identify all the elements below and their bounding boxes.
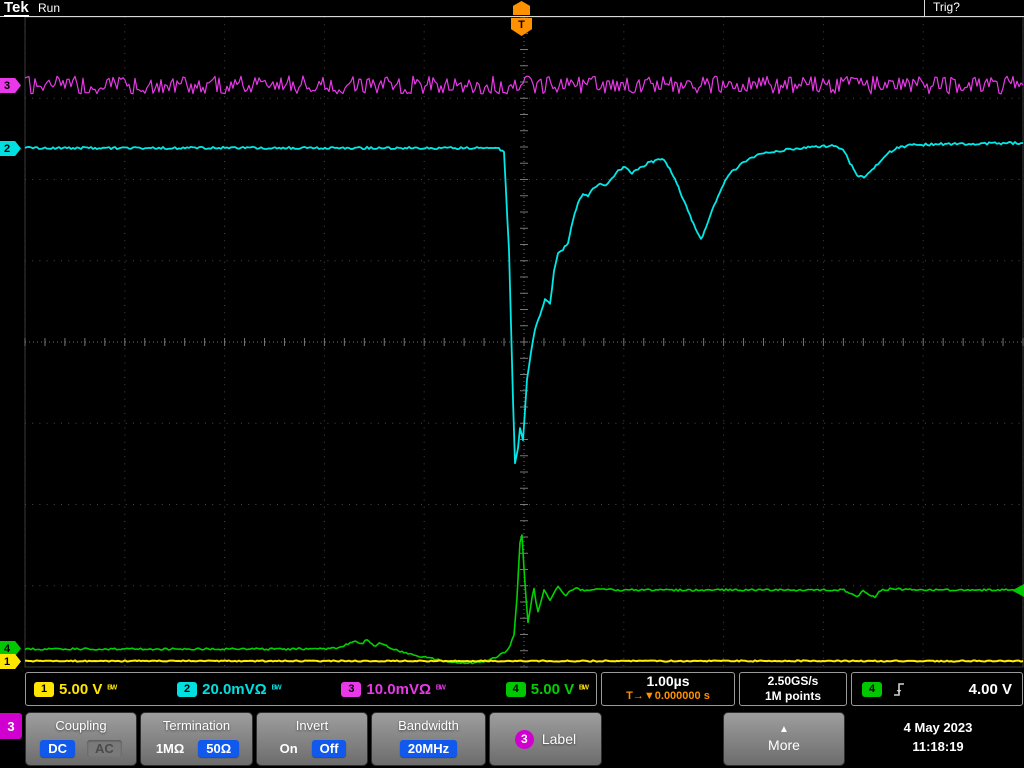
tek-logo: Tek: [4, 0, 29, 17]
channel1-bandwidth-icon: ᴮᵂ: [107, 684, 116, 695]
trigger-time-icon: T→▼: [626, 690, 655, 702]
invert-button[interactable]: Invert On Off: [256, 712, 368, 766]
invert-title: Invert: [257, 718, 367, 733]
trigger-time-value: 0.000000 s: [655, 690, 710, 702]
label-title: Label: [542, 731, 576, 747]
trigger-level-value: 4.00 V: [969, 681, 1012, 698]
termination-1mohm-option[interactable]: 1MΩ: [154, 740, 186, 757]
channel2-bandwidth-icon: ᴮᵂ: [272, 684, 281, 695]
channel4-bandwidth-icon: ᴮᵂ: [579, 684, 588, 695]
coupling-dc-option[interactable]: DC: [40, 740, 75, 757]
trigger-time-readout: T→▼0.000000 s: [626, 689, 710, 704]
bandwidth-20mhz-option[interactable]: 20MHz: [400, 740, 457, 757]
label-channel-badge: 3: [515, 730, 534, 749]
channel3-menu-tab[interactable]: 3: [0, 713, 22, 739]
coupling-ac-option[interactable]: AC: [87, 740, 122, 757]
graticule-and-waveforms: [0, 0, 1024, 768]
bandwidth-button[interactable]: Bandwidth 20MHz: [371, 712, 486, 766]
channel1-readout: 1 5.00 V ᴮᵂ: [34, 681, 116, 698]
channel4-readout: 4 5.00 V ᴮᵂ: [506, 681, 588, 698]
channel1-badge: 1: [34, 682, 54, 697]
date-time-display: 4 May 2023 11:18:19: [858, 718, 1018, 756]
acquisition-readout: 2.50GS/s 1M points: [739, 672, 847, 706]
channel2-scale: 20.0mVΩ: [202, 681, 267, 698]
waveform-ch4: [25, 535, 1014, 664]
invert-off-option[interactable]: Off: [312, 740, 347, 757]
channel1-scale: 5.00 V: [59, 681, 102, 698]
termination-button[interactable]: Termination 1MΩ 50Ω: [140, 712, 253, 766]
sample-rate: 2.50GS/s: [768, 674, 819, 689]
waveform-ch1: [25, 660, 1023, 661]
waveform-ch3: [25, 76, 1023, 94]
bandwidth-title: Bandwidth: [372, 718, 485, 733]
rising-edge-icon: [892, 681, 906, 698]
channel3-readout: 3 10.0mVΩ ᴮᵂ: [341, 681, 444, 698]
label-button[interactable]: 3 Label: [489, 712, 602, 766]
coupling-button[interactable]: Coupling DC AC: [25, 712, 137, 766]
waveform-ch2: [25, 142, 1023, 463]
horizontal-readout: 1.00µs T→▼0.000000 s: [601, 672, 735, 706]
channel3-badge: 3: [341, 682, 361, 697]
more-button[interactable]: ▲ More: [723, 712, 845, 766]
bottom-menu-bar: 3 Coupling DC AC Termination 1MΩ 50Ω Inv…: [0, 710, 1024, 768]
coupling-title: Coupling: [26, 718, 136, 733]
channel2-badge: 2: [177, 682, 197, 697]
record-length: 1M points: [765, 689, 821, 704]
up-arrow-icon: ▲: [779, 725, 789, 735]
channel4-badge: 4: [506, 682, 526, 697]
trigger-readout: 4 4.00 V: [851, 672, 1023, 706]
channel4-scale: 5.00 V: [531, 681, 574, 698]
termination-50ohm-option[interactable]: 50Ω: [198, 740, 239, 757]
termination-title: Termination: [141, 718, 252, 733]
invert-on-option[interactable]: On: [278, 740, 300, 757]
trigger-status-label: Trig?: [933, 0, 960, 14]
channel2-readout: 2 20.0mVΩ ᴮᵂ: [177, 681, 280, 698]
timebase-scale: 1.00µs: [646, 674, 689, 689]
channel3-bandwidth-icon: ᴮᵂ: [436, 684, 445, 695]
time-display: 11:18:19: [858, 737, 1018, 756]
trigger-source-badge: 4: [862, 682, 882, 697]
more-label: More: [768, 737, 800, 753]
top-status-bar: Tek Run Trig?: [0, 0, 1024, 17]
channel3-scale: 10.0mVΩ: [366, 681, 431, 698]
channel-readout-bar: 1 5.00 V ᴮᵂ 2 20.0mVΩ ᴮᵂ 3 10.0mVΩ ᴮᵂ 4 …: [25, 672, 597, 706]
date-display: 4 May 2023: [858, 718, 1018, 737]
acquisition-run-status: Run: [38, 1, 60, 15]
trigger-status-indicator: Trig?: [924, 0, 1022, 17]
